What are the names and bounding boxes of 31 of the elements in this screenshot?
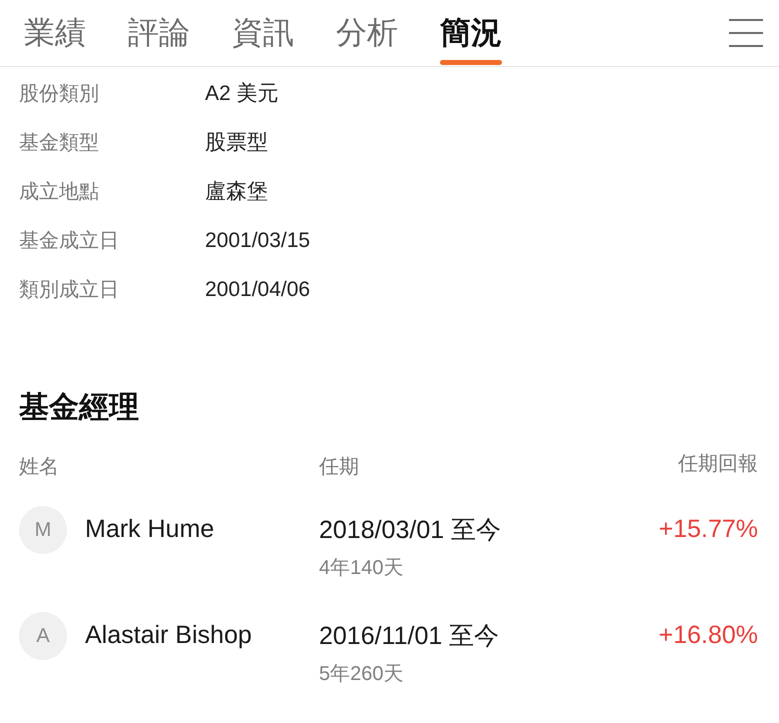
column-header: 任期: [319, 455, 360, 480]
manager-name: Mark Hume: [85, 514, 214, 546]
tenure-return: +16.80%: [658, 620, 758, 652]
info-label: 成立地點: [19, 180, 100, 204]
tenure-duration: 4年140天: [319, 556, 404, 581]
tenure-duration: 5年260天: [319, 662, 404, 687]
tenure-period: 2016/11/01 至今: [319, 621, 500, 652]
info-label: 基金類型: [19, 130, 100, 156]
info-value: 2001/04/06: [205, 276, 310, 303]
tab[interactable]: 資訊: [232, 0, 294, 66]
info-label: 股份類別: [19, 82, 100, 106]
tab[interactable]: 簡況: [440, 0, 502, 66]
info-label: 類別成立日: [19, 278, 120, 302]
tenure-period: 2018/03/01 至今: [319, 515, 502, 546]
info-value: A2 美元: [205, 80, 279, 107]
menu-icon[interactable]: [729, 18, 763, 48]
tab[interactable]: 分析: [336, 0, 398, 66]
section-title: 基金經理: [19, 390, 140, 426]
info-value: 股票型: [205, 130, 268, 156]
initial-avatar: M: [19, 506, 67, 554]
tab[interactable]: 評論: [128, 0, 190, 66]
column-header: 姓名: [19, 455, 60, 480]
info-value: 盧森堡: [205, 178, 268, 205]
tab[interactable]: 業績: [24, 0, 86, 66]
info-value: 2001/03/15: [205, 228, 310, 254]
initial-avatar: A: [19, 612, 67, 660]
column-header: 任期回報: [678, 452, 758, 477]
tenure-return: +15.77%: [658, 514, 758, 546]
manager-name: Alastair Bishop: [85, 620, 252, 652]
info-label: 基金成立日: [19, 228, 120, 254]
tab-underline: [440, 60, 502, 65]
